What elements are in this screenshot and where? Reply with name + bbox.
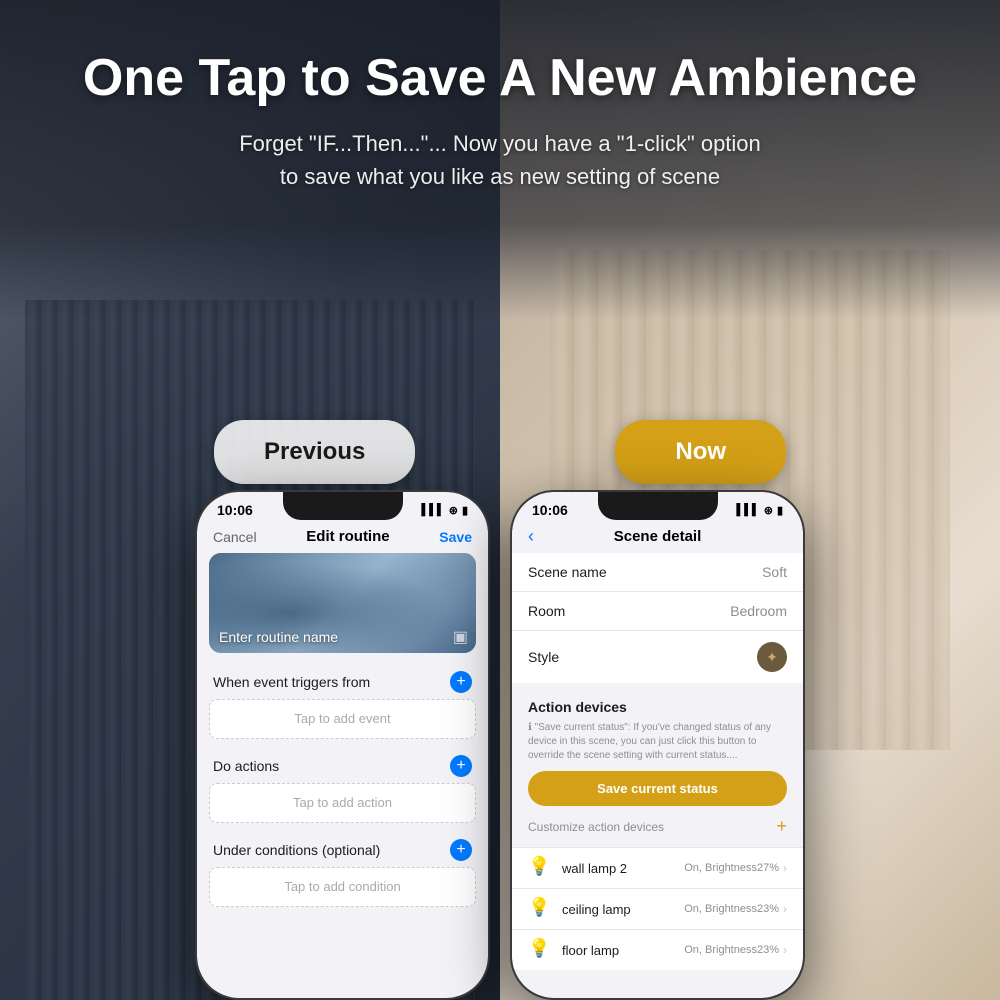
info-bullet: ℹ [528, 722, 535, 733]
scene-name-key: Scene name [528, 564, 607, 580]
action-devices-section: Action devices ℹ "Save current status": … [512, 691, 803, 847]
routine-name-label[interactable]: Enter routine name [219, 629, 338, 645]
phones-container: 10:06 ▌▌▌ ⊛ ▮ Cancel Edit routine Save E… [0, 490, 1000, 1000]
add-event-button[interactable]: + [450, 671, 472, 693]
tap-action-text: Tap to add action [293, 795, 392, 810]
device-row-2[interactable]: 💡 floor lamp On, Brightness23% › [512, 929, 803, 970]
device-row-0[interactable]: 💡 wall lamp 2 On, Brightness27% › [512, 847, 803, 888]
right-wifi-icon: ⊛ [764, 504, 773, 517]
room-row: Room Bedroom [512, 592, 803, 631]
add-action-button[interactable]: + [450, 755, 472, 777]
comparison-buttons: Previous Now [0, 420, 1000, 484]
under-conditions-label: Under conditions (optional) [213, 842, 380, 858]
room-key: Room [528, 603, 565, 619]
device-status-0: On, Brightness27% [684, 862, 779, 874]
scene-detail-title: Scene detail [614, 528, 702, 545]
save-current-status-button[interactable]: Save current status [528, 771, 787, 806]
under-conditions-row: Under conditions (optional) + [197, 831, 488, 867]
right-status-icons: ▌▌▌ ⊛ ▮ [736, 504, 783, 517]
action-info-text: ℹ "Save current status": If you've chang… [528, 721, 787, 763]
device-name-1: ceiling lamp [562, 902, 684, 917]
right-status-time: 10:06 [532, 502, 568, 518]
subtitle-line2: to save what you like as new setting of … [280, 164, 720, 189]
image-picker-icon[interactable]: ▣ [453, 627, 468, 647]
chevron-icon-0: › [783, 861, 787, 875]
tap-condition-text: Tap to add condition [284, 879, 400, 894]
right-phone-notch [598, 492, 718, 520]
back-button[interactable]: ‹ [528, 526, 534, 547]
battery-icon: ▮ [462, 504, 468, 517]
left-phone: 10:06 ▌▌▌ ⊛ ▮ Cancel Edit routine Save E… [195, 490, 490, 1000]
tap-event-text: Tap to add event [294, 711, 390, 726]
subtitle: Forget "IF...Then..."... Now you have a … [60, 127, 940, 193]
customize-row: Customize action devices + [528, 814, 787, 843]
when-event-row: When event triggers from + [197, 663, 488, 699]
lamp-icon-2: 💡 [528, 938, 552, 962]
cancel-button[interactable]: Cancel [213, 529, 257, 545]
lamp-icon-0: 💡 [528, 856, 552, 880]
save-button[interactable]: Save [439, 529, 472, 545]
left-phone-header: Cancel Edit routine Save [197, 524, 488, 553]
add-condition-button[interactable]: + [450, 839, 472, 861]
routine-image-box: Enter routine name ▣ [209, 553, 476, 653]
style-icon[interactable]: ✦ [757, 642, 787, 672]
chevron-icon-2: › [783, 943, 787, 957]
device-name-0: wall lamp 2 [562, 861, 684, 876]
now-button[interactable]: Now [615, 420, 786, 484]
left-phone-screen: 10:06 ▌▌▌ ⊛ ▮ Cancel Edit routine Save E… [197, 492, 488, 998]
right-phone-header: ‹ Scene detail [512, 524, 803, 553]
right-signal-icon: ▌▌▌ [736, 504, 759, 516]
scene-name-row: Scene name Soft [512, 553, 803, 592]
tap-event-box[interactable]: Tap to add event [209, 699, 476, 739]
left-status-time: 10:06 [217, 502, 253, 518]
tap-action-box[interactable]: Tap to add action [209, 783, 476, 823]
header-section: One Tap to Save A New Ambience Forget "I… [0, 50, 1000, 193]
right-phone: 10:06 ▌▌▌ ⊛ ▮ ‹ Scene detail Scene name … [510, 490, 805, 1000]
left-phone-title: Edit routine [306, 528, 389, 545]
do-actions-row: Do actions + [197, 747, 488, 783]
chevron-icon-1: › [783, 902, 787, 916]
device-row-1[interactable]: 💡 ceiling lamp On, Brightness23% › [512, 888, 803, 929]
previous-button[interactable]: Previous [214, 420, 415, 484]
right-battery-icon: ▮ [777, 504, 783, 517]
signal-icon: ▌▌▌ [421, 504, 444, 516]
tap-condition-box[interactable]: Tap to add condition [209, 867, 476, 907]
style-key: Style [528, 649, 559, 665]
device-status-1: On, Brightness23% [684, 903, 779, 915]
right-phone-screen: 10:06 ▌▌▌ ⊛ ▮ ‹ Scene detail Scene name … [512, 492, 803, 998]
lamp-icon-1: 💡 [528, 897, 552, 921]
room-value: Bedroom [730, 603, 787, 619]
action-devices-title: Action devices [528, 699, 787, 715]
main-title: One Tap to Save A New Ambience [60, 50, 940, 107]
customize-add-button[interactable]: + [776, 816, 787, 837]
customize-label: Customize action devices [528, 820, 664, 834]
device-status-2: On, Brightness23% [684, 944, 779, 956]
do-actions-label: Do actions [213, 758, 279, 774]
subtitle-line1: Forget "IF...Then..."... Now you have a … [239, 131, 761, 156]
when-event-label: When event triggers from [213, 674, 370, 690]
device-name-2: floor lamp [562, 943, 684, 958]
action-info-content: "Save current status": If you've changed… [528, 722, 771, 761]
left-status-icons: ▌▌▌ ⊛ ▮ [421, 504, 468, 517]
scene-name-value: Soft [762, 564, 787, 580]
scene-info-rows: Scene name Soft Room Bedroom Style ✦ [512, 553, 803, 683]
wifi-icon: ⊛ [449, 504, 458, 517]
left-phone-notch [283, 492, 403, 520]
style-row: Style ✦ [512, 631, 803, 683]
